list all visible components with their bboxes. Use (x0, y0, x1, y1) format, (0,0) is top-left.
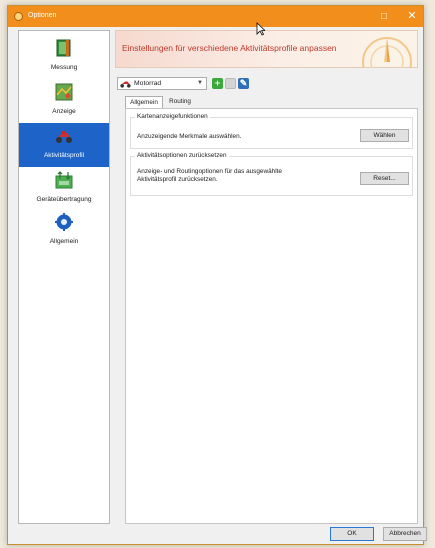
sidebar-item-anzeige[interactable]: Anzeige (19, 79, 109, 123)
compass-rose-icon (362, 37, 412, 68)
chevron-down-icon: ▼ (197, 80, 203, 86)
map-features-group: Kartenanzeigefunktionen Anzuzeigende Mer… (130, 113, 413, 149)
sidebar-item-aktivitaetsprofil[interactable]: Aktivitätsprofil (19, 123, 109, 167)
add-profile-button[interactable]: + (212, 78, 223, 89)
motorcycle-icon (120, 81, 131, 88)
display-map-icon (55, 83, 73, 101)
sidebar-item-label: Aktivitätsprofil (43, 152, 85, 159)
sidebar-item-label: Geräteübertragung (36, 196, 92, 203)
group-title: Kartenanzeigefunktionen (135, 113, 210, 120)
app-icon (14, 12, 23, 21)
options-window: Optionen □ ✕ Messung Anzeige Aktivitätsp… (7, 5, 427, 545)
sidebar-item-label: Allgemein (49, 238, 79, 245)
reset-options-group: Aktivitätsoptionen zurücksetzen Anzeige-… (130, 152, 413, 196)
header-banner: Einstellungen für verschiedene Aktivität… (115, 30, 418, 68)
edit-profile-button[interactable]: ✎ (238, 78, 249, 89)
profile-select-value: Motorrad (134, 80, 162, 87)
ok-button[interactable]: OK (330, 527, 374, 541)
sidebar-item-label: Messung (50, 64, 78, 71)
reset-button[interactable]: Reset... (360, 172, 409, 185)
group-description-line2: Aktivitätsprofil zurücksetzen. (137, 176, 218, 183)
sidebar-item-label: Anzeige (52, 108, 76, 115)
maximize-icon[interactable]: □ (370, 9, 398, 24)
content-panel: Einstellungen für verschiedene Aktivität… (115, 30, 418, 524)
title-bar[interactable]: Optionen □ ✕ (8, 6, 423, 27)
map-ruler-icon (56, 39, 71, 57)
mouse-cursor-icon (256, 22, 265, 36)
sidebar-item-messung[interactable]: Messung (19, 35, 109, 79)
tab-panel-allgemein: Kartenanzeigefunktionen Anzuzeigende Mer… (125, 108, 418, 524)
select-features-button[interactable]: Wählen (360, 129, 409, 142)
window-title: Optionen (28, 12, 57, 19)
group-description-line1: Anzeige- und Routingoptionen für das aus… (137, 168, 282, 175)
cancel-button[interactable]: Abbrechen (383, 527, 427, 541)
banner-title: Einstellungen für verschiedene Aktivität… (122, 43, 337, 53)
group-description: Anzuzeigende Merkmale auswählen. (137, 133, 242, 140)
motorcycle-icon (56, 131, 72, 143)
profile-toolbar: Motorrad ▼ + ✎ (117, 77, 267, 91)
group-title: Aktivitätsoptionen zurücksetzen (135, 152, 229, 159)
gear-icon (55, 213, 73, 231)
close-icon[interactable]: ✕ (398, 9, 426, 24)
remove-profile-button[interactable] (225, 78, 236, 89)
sidebar: Messung Anzeige Aktivitätsprofil Geräteü… (18, 30, 110, 524)
sidebar-item-allgemein[interactable]: Allgemein (19, 209, 109, 253)
device-transfer-icon (55, 171, 73, 189)
tab-routing[interactable]: Routing (165, 96, 195, 108)
sidebar-item-geraeteuebertragung[interactable]: Geräteübertragung (19, 167, 109, 211)
profile-select[interactable]: Motorrad ▼ (117, 77, 207, 90)
